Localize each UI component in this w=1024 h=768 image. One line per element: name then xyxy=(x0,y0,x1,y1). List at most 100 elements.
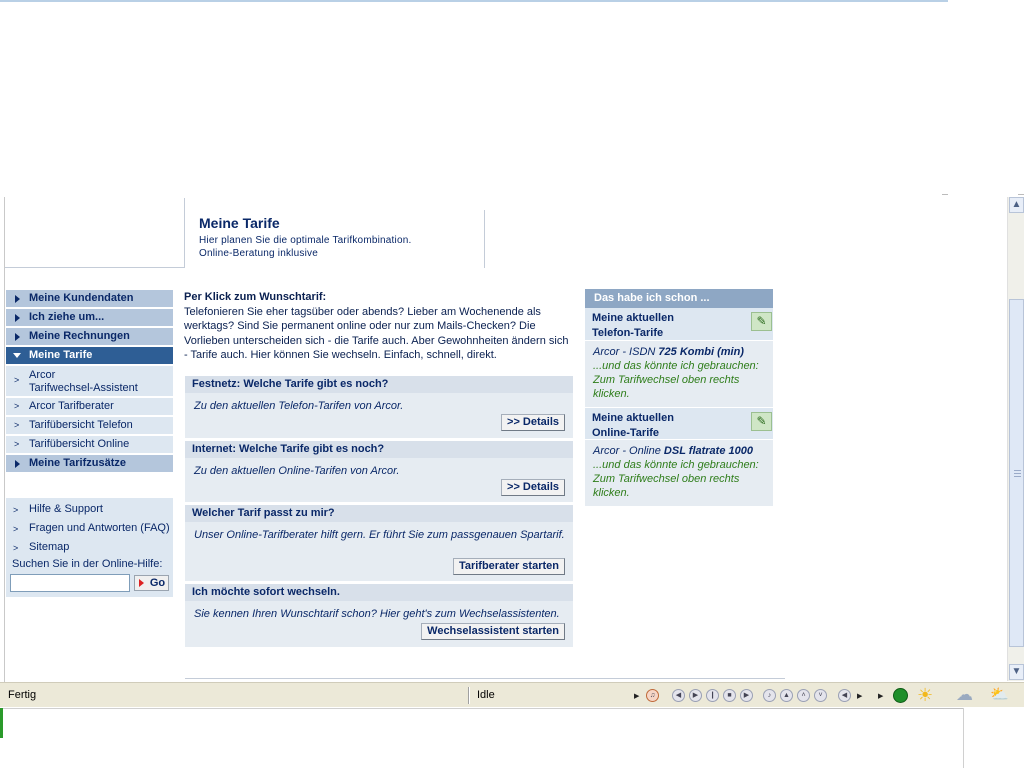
triangle-down-icon xyxy=(13,353,21,358)
nav-meine-rechnungen[interactable]: Meine Rechnungen xyxy=(6,328,173,345)
nav-label: Meine Tarife xyxy=(29,349,93,361)
page-title: Meine Tarife xyxy=(199,215,280,231)
current-phone-tariffs-header: Meine aktuellen Telefon-Tarife ✎ xyxy=(585,308,773,341)
arrow-up-icon[interactable]: ˄ xyxy=(797,689,810,702)
wechselassistent-starten-button[interactable]: Wechselassistent starten xyxy=(421,623,565,640)
grip-line xyxy=(1014,476,1021,477)
taskbar-divider xyxy=(963,708,964,768)
frame-left-border xyxy=(4,197,5,682)
section-label: Meine aktuellen xyxy=(592,312,674,324)
page-subtitle-line1: Hier planen Sie die optimale Tarifkombin… xyxy=(199,235,412,246)
help-link-faq[interactable]: > Fragen und Antworten (FAQ) xyxy=(6,519,173,538)
nav-sub-tarifuebersicht-telefon[interactable]: > Tarifübersicht Telefon xyxy=(6,417,173,434)
panel-text: Unser Online-Tarifberater hilft gern. Er… xyxy=(194,529,565,541)
window-top-border xyxy=(0,0,948,2)
grip-line xyxy=(1014,473,1021,474)
help-link-support[interactable]: > Hilfe & Support xyxy=(6,500,173,519)
edit-pencil-icon[interactable]: ✎ xyxy=(751,312,772,331)
expand-icon[interactable]: ▶ xyxy=(857,692,862,700)
vertical-scrollbar[interactable]: ▲ ▼ xyxy=(1007,197,1024,681)
expand-icon[interactable]: ▶ xyxy=(634,692,639,700)
panel-internet: Internet: Welche Tarife gibt es noch? Zu… xyxy=(185,441,573,502)
current-online-tariffs-header: Meine aktuellen Online-Tarife ✎ xyxy=(585,407,773,440)
volume-icon[interactable]: ◀ xyxy=(838,689,851,702)
nav-sub-label: Arcor Tarifberater xyxy=(29,400,114,412)
triangle-right-icon xyxy=(15,460,20,468)
nav-sub-tarifuebersicht-online[interactable]: > Tarifübersicht Online xyxy=(6,436,173,453)
panel-text: Sie kennen Ihren Wunschtarif schon? Hier… xyxy=(194,608,560,620)
edit-pencil-icon[interactable]: ✎ xyxy=(751,412,772,431)
nav-meine-tarife[interactable]: Meine Tarife xyxy=(6,347,173,364)
panel-wechsel: Ich möchte sofort wechseln. Sie kennen I… xyxy=(185,584,573,647)
nav-label: Meine Rechnungen xyxy=(29,330,130,342)
music-icon[interactable]: ♪ xyxy=(763,689,776,702)
content-bottom-divider xyxy=(185,678,785,679)
chevron-right-icon: > xyxy=(14,420,20,430)
go-button-label: Go xyxy=(149,577,166,589)
chevron-right-icon: > xyxy=(13,543,19,553)
nav-sub-tarifberater[interactable]: > Arcor Tarifberater xyxy=(6,398,173,415)
chevron-right-icon: > xyxy=(14,401,20,411)
tarifberater-starten-button[interactable]: Tarifberater starten xyxy=(452,558,565,575)
tariff-name: 725 Kombi (min) xyxy=(658,346,744,358)
arrow-down-icon[interactable]: ˅ xyxy=(814,689,827,702)
panel-title: Internet: Welche Tarife gibt es noch? xyxy=(185,441,573,458)
eject-icon[interactable]: ▲ xyxy=(780,689,793,702)
scroll-thumb[interactable] xyxy=(1009,299,1024,647)
panel-text: Zu den aktuellen Telefon-Tarifen von Arc… xyxy=(194,400,404,412)
nav-meine-kundendaten[interactable]: Meine Kundendaten xyxy=(6,290,173,307)
logo-area xyxy=(5,198,185,268)
media-logo-icon[interactable]: ♫ xyxy=(646,689,659,702)
status-separator xyxy=(468,687,470,704)
frame-tick xyxy=(1018,194,1024,195)
intro-text: Telefonieren Sie eher tagsüber oder aben… xyxy=(184,305,569,362)
details-button-internet[interactable]: >> Details xyxy=(501,479,565,496)
pause-icon[interactable]: ❙ xyxy=(706,689,719,702)
panel-title: Ich möchte sofort wechseln. xyxy=(185,584,573,601)
left-navigation: Meine Kundendaten Ich ziehe um... Meine … xyxy=(6,290,173,474)
panel-title: Welcher Tarif passt zu mir? xyxy=(185,505,573,522)
nav-meine-tarifzusaetze[interactable]: Meine Tarifzusätze xyxy=(6,455,173,472)
cloud-weather-icon[interactable]: ☁ xyxy=(956,685,973,705)
chevron-right-icon: > xyxy=(13,505,19,515)
next-icon[interactable]: ▶ xyxy=(740,689,753,702)
sun-weather-icon[interactable]: ☀ xyxy=(917,685,933,705)
nav-sub-label: Tarifübersicht Online xyxy=(29,438,130,450)
player-status: Idle xyxy=(477,689,495,701)
intro-section: Per Klick zum Wunschtarif: Telefonieren … xyxy=(184,290,574,363)
previous-icon[interactable]: ◀ xyxy=(672,689,685,702)
help-link-label: Hilfe & Support xyxy=(29,503,103,515)
status-bar: Fertig Idle ▶ ♫ ◀ ▶ ❙ ■ ▶ ♪ ▲ ˄ ˅ ◀ ▶ ▶ … xyxy=(0,682,1024,707)
section-label: Telefon-Tarife xyxy=(592,327,664,339)
taskbar-edge xyxy=(0,708,3,738)
scroll-up-button[interactable]: ▲ xyxy=(1009,197,1024,213)
help-link-sitemap[interactable]: > Sitemap xyxy=(6,538,173,557)
current-tariffs-box: Das habe ich schon ... Meine aktuellen T… xyxy=(585,289,773,506)
page-subtitle-line2: Online-Beratung inklusive xyxy=(199,248,318,259)
status-indicator-icon[interactable] xyxy=(893,688,908,703)
frame-tick xyxy=(942,194,948,195)
panel-festnetz: Festnetz: Welche Tarife gibt es noch? Zu… xyxy=(185,376,573,438)
tariff-hint: ...und das könnte ich gebrauchen: Zum Ta… xyxy=(593,459,759,499)
help-search-go-button[interactable]: Go xyxy=(134,575,169,591)
current-online-tariff: Arcor - Online DSL flatrate 1000 ...und … xyxy=(585,440,773,506)
play-icon[interactable]: ▶ xyxy=(689,689,702,702)
expand-icon[interactable]: ▶ xyxy=(878,692,883,700)
help-search-label: Suchen Sie in der Online-Hilfe: xyxy=(12,558,163,570)
tariff-text: Arcor - Online DSL flatrate 1000 xyxy=(593,444,765,458)
nav-ich-ziehe-um[interactable]: Ich ziehe um... xyxy=(6,309,173,326)
nav-sub-tarifwechsel-assistent[interactable]: > Arcor Tarifwechsel-Assistent xyxy=(6,366,173,396)
sun-cloud-weather-icon[interactable]: ⛅ xyxy=(990,685,1009,705)
header-divider xyxy=(484,210,485,268)
nav-label: Meine Tarifzusätze xyxy=(29,457,126,469)
grip-line xyxy=(1014,470,1021,471)
lower-area xyxy=(0,707,1024,768)
stop-icon[interactable]: ■ xyxy=(723,689,736,702)
help-search-input[interactable] xyxy=(10,574,130,592)
chevron-right-icon: > xyxy=(13,524,19,534)
nav-sub-label: Arcor xyxy=(29,369,56,381)
details-button-festnetz[interactable]: >> Details xyxy=(501,414,565,431)
panel-text: Zu den aktuellen Online-Tarifen von Arco… xyxy=(194,465,400,477)
current-tariffs-heading: Das habe ich schon ... xyxy=(585,289,773,308)
scroll-down-button[interactable]: ▼ xyxy=(1009,664,1024,680)
